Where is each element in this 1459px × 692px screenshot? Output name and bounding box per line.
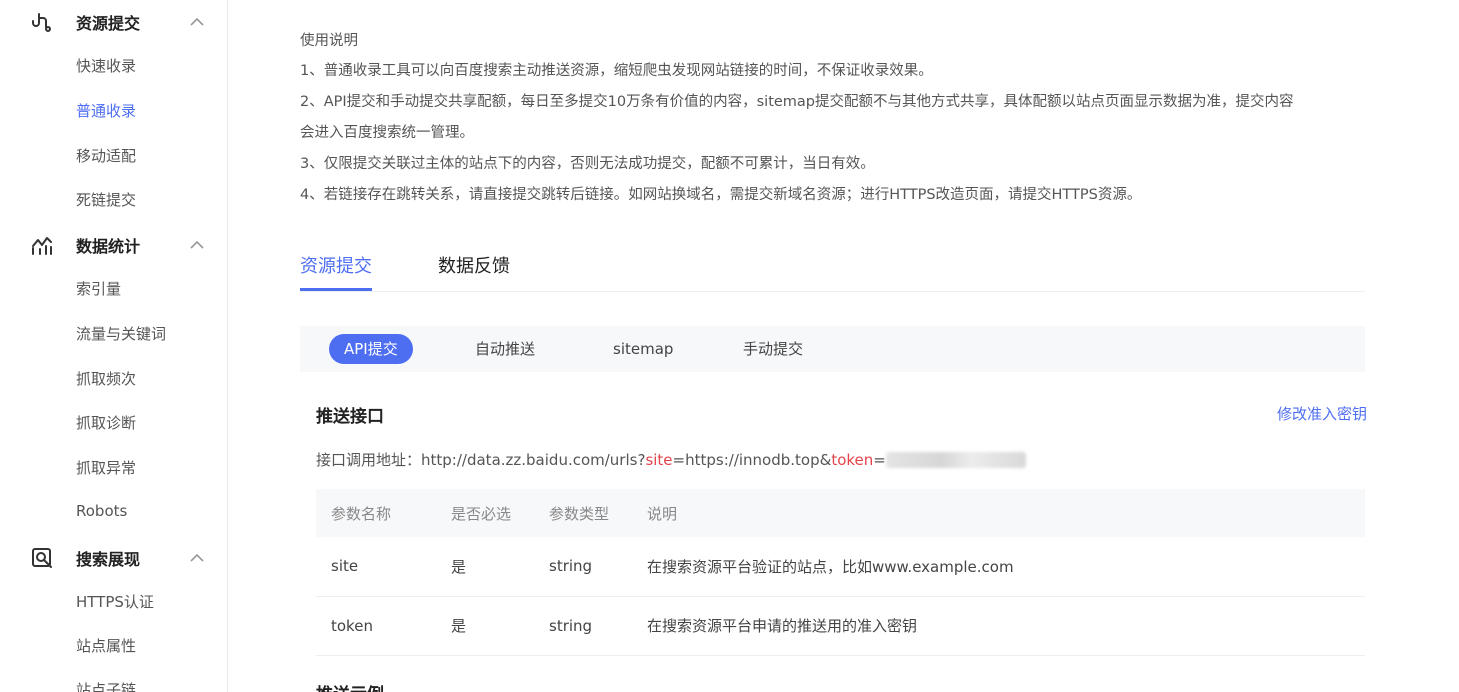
main-tabs: 资源提交 数据反馈 xyxy=(300,248,1365,292)
cell-description: 在搜索资源平台申请的推送用的准入密钥 xyxy=(647,596,1365,656)
sidebar-group-data-stats[interactable]: 数据统计 xyxy=(0,225,228,265)
line-chart-icon xyxy=(30,233,54,257)
endpoint-param-site: site xyxy=(645,451,673,469)
push-example-title: 推送示例 xyxy=(316,680,384,692)
sidebar-group-title: 资源提交 xyxy=(76,14,141,33)
sidebar: 资源提交 快速收录 普通收录 移动适配 死链提交 数据统计 索引量 流量与关键词… xyxy=(0,0,228,692)
sidebar-item-site-attributes[interactable]: 站点属性 xyxy=(76,635,136,656)
search-box-icon xyxy=(30,546,54,570)
sidebar-group-search-display[interactable]: 搜索展现 xyxy=(0,538,228,578)
push-interface-title: 推送接口 xyxy=(316,407,384,427)
sidebar-item-dead-link[interactable]: 死链提交 xyxy=(76,189,136,210)
chevron-up-icon[interactable] xyxy=(188,13,206,31)
cell-description: 在搜索资源平台验证的站点，比如www.example.com xyxy=(647,537,1365,597)
usage-line-2-cont: 会进入百度搜索统一管理。 xyxy=(300,125,474,141)
submit-method-tabs: API提交 自动推送 sitemap 手动提交 xyxy=(300,326,1365,372)
table-row: site 是 string 在搜索资源平台验证的站点，比如www.example… xyxy=(316,537,1365,597)
params-table: 参数名称 是否必选 参数类型 说明 site 是 string 在搜索资源平台验… xyxy=(316,489,1365,656)
sidebar-item-traffic-keywords[interactable]: 流量与关键词 xyxy=(76,323,166,344)
link-hook-icon xyxy=(30,10,54,34)
endpoint-address: 接口调用地址：http://data.zz.baidu.com/urls?sit… xyxy=(316,449,1026,470)
sidebar-item-crawl-errors[interactable]: 抓取异常 xyxy=(76,457,136,478)
cell-param-name: site xyxy=(316,537,451,597)
subtab-auto-push[interactable]: 自动推送 xyxy=(475,334,535,364)
table-header-row: 参数名称 是否必选 参数类型 说明 xyxy=(316,489,1365,537)
header-param-type: 参数类型 xyxy=(549,489,647,537)
redacted-token xyxy=(885,452,1026,468)
sidebar-item-crawl-diagnosis[interactable]: 抓取诊断 xyxy=(76,412,136,433)
sidebar-item-robots[interactable]: Robots xyxy=(76,502,127,520)
sidebar-item-crawl-frequency[interactable]: 抓取频次 xyxy=(76,368,136,389)
cell-required: 是 xyxy=(451,596,549,656)
chevron-up-icon[interactable] xyxy=(188,236,206,254)
endpoint-url-base: http://data.zz.baidu.com/urls? xyxy=(421,451,646,469)
modify-access-key-link[interactable]: 修改准入密钥 xyxy=(1277,403,1367,424)
usage-line-1: 1、普通收录工具可以向百度搜索主动推送资源，缩短爬虫发现网站链接的时间，不保证收… xyxy=(300,63,933,79)
usage-line-2: 2、API提交和手动提交共享配额，每日至多提交10万条有价值的内容，sitema… xyxy=(300,94,1294,110)
active-tab-indicator xyxy=(300,288,372,291)
usage-line-4: 4、若链接存在跳转关系，请直接提交跳转后链接。如网站换域名，需提交新域名资源；进… xyxy=(300,187,1142,203)
tab-data-feedback[interactable]: 数据反馈 xyxy=(438,252,510,278)
endpoint-equals: = xyxy=(873,451,886,469)
endpoint-param-token: token xyxy=(831,451,874,469)
sidebar-group-resource-submit[interactable]: 资源提交 xyxy=(0,2,228,42)
endpoint-site-value: =https://innodb.top& xyxy=(672,451,832,469)
chevron-up-icon[interactable] xyxy=(188,549,206,567)
usage-title: 使用说明 xyxy=(300,33,358,49)
cell-param-name: token xyxy=(316,596,451,656)
subtab-manual-submit[interactable]: 手动提交 xyxy=(743,334,803,364)
header-required: 是否必选 xyxy=(451,489,549,537)
subtab-api-submit[interactable]: API提交 xyxy=(329,334,413,364)
cell-param-type: string xyxy=(549,537,647,597)
header-param-name: 参数名称 xyxy=(316,489,451,537)
sidebar-item-https-cert[interactable]: HTTPS认证 xyxy=(76,591,154,612)
sidebar-item-mobile-adapt[interactable]: 移动适配 xyxy=(76,145,136,166)
sidebar-group-title: 数据统计 xyxy=(76,237,141,256)
endpoint-label: 接口调用地址： xyxy=(316,451,422,469)
header-description: 说明 xyxy=(647,489,1365,537)
sidebar-item-site-sublinks[interactable]: 站点子链 xyxy=(76,679,136,692)
cell-required: 是 xyxy=(451,537,549,597)
usage-line-3: 3、仅限提交关联过主体的站点下的内容，否则无法成功提交，配额不可累计，当日有效。 xyxy=(300,156,875,172)
sidebar-item-fast-index[interactable]: 快速收录 xyxy=(76,55,136,76)
subtab-sitemap[interactable]: sitemap xyxy=(613,334,673,364)
sidebar-group-title: 搜索展现 xyxy=(76,550,141,569)
sidebar-item-index-volume[interactable]: 索引量 xyxy=(76,278,121,299)
cell-param-type: string xyxy=(549,596,647,656)
tab-resource-submit[interactable]: 资源提交 xyxy=(300,252,372,278)
sidebar-item-normal-index[interactable]: 普通收录 xyxy=(76,100,136,121)
table-row: token 是 string 在搜索资源平台申请的推送用的准入密钥 xyxy=(316,596,1365,656)
